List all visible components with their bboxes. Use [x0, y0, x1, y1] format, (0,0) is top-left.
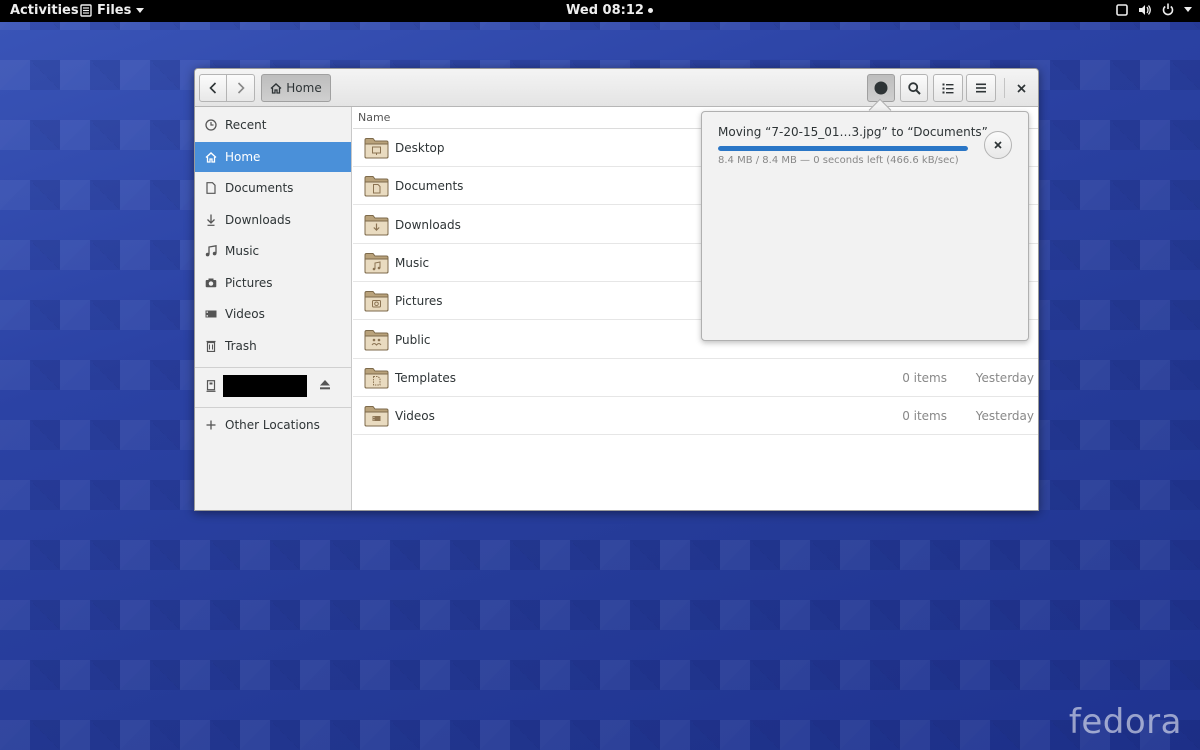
sidebar-divider — [195, 407, 351, 408]
list-view-icon — [942, 83, 954, 93]
progress-pie-icon — [874, 81, 888, 95]
sidebar-item-label: Home — [225, 150, 261, 164]
folder-public-icon — [364, 329, 389, 354]
home-icon — [205, 151, 217, 163]
folder-templates-icon — [364, 367, 389, 392]
activities-button[interactable]: Activities — [10, 3, 79, 18]
file-name: Pictures — [395, 294, 443, 309]
file-name: Documents — [395, 179, 464, 194]
eject-button[interactable] — [319, 379, 331, 393]
sidebar-divider — [195, 367, 351, 368]
navigation-buttons — [199, 74, 255, 102]
hamburger-menu-icon — [976, 83, 986, 93]
sidebar-item-label: Documents — [225, 181, 294, 195]
chevron-left-icon — [209, 82, 217, 94]
folder-downloads-icon — [364, 214, 389, 239]
forward-button[interactable] — [227, 74, 255, 102]
sidebar-item-other-locations[interactable]: Other Locations — [195, 410, 351, 440]
drive-icon — [205, 380, 217, 392]
file-name: Videos — [395, 409, 435, 424]
file-operations-popover: Moving “7-20-15_01…3.jpg” to “Documents”… — [701, 111, 1029, 341]
music-icon — [205, 245, 217, 257]
operation-title: Moving “7-20-15_01…3.jpg” to “Documents” — [718, 125, 988, 139]
clock-icon — [205, 119, 217, 131]
chevron-right-icon — [237, 82, 245, 94]
close-icon — [994, 141, 1002, 149]
close-icon — [1016, 83, 1026, 93]
clock[interactable]: Wed 08:12 — [566, 3, 653, 18]
sidebar-item-home[interactable]: Home — [195, 142, 351, 172]
view-list-button[interactable] — [933, 74, 963, 102]
sidebar-item-recent[interactable]: Recent — [195, 110, 351, 140]
file-modified: Yesterday — [975, 370, 1034, 385]
sidebar-item-device[interactable] — [195, 371, 223, 401]
download-icon — [205, 214, 217, 226]
folder-music-icon — [364, 252, 389, 277]
redacted-device-label — [223, 375, 307, 397]
system-tray[interactable] — [1116, 3, 1192, 16]
sidebar-item-trash[interactable]: Trash — [195, 331, 351, 361]
chevron-down-icon — [1184, 6, 1192, 13]
file-size: 0 items — [902, 370, 947, 385]
sidebar-item-label: Videos — [225, 307, 265, 321]
file-name: Public — [395, 332, 431, 347]
fedora-logo: fedora — [1068, 702, 1182, 742]
sidebar-item-downloads[interactable]: Downloads — [195, 205, 351, 235]
sidebar-item-label: Other Locations — [225, 418, 320, 432]
camera-icon — [205, 277, 217, 289]
sidebar-item-label: Trash — [225, 339, 257, 353]
path-home-label: Home — [286, 81, 322, 95]
header-bar: Home — [195, 69, 1038, 107]
sidebar-item-music[interactable]: Music — [195, 236, 351, 266]
app-menu[interactable]: Files — [80, 3, 145, 18]
sidebar-item-documents[interactable]: Documents — [195, 173, 351, 203]
power-icon — [1162, 3, 1174, 16]
sidebar-item-label: Recent — [225, 118, 267, 132]
search-icon — [907, 81, 921, 95]
header-separator — [1004, 78, 1005, 98]
cancel-operation-button[interactable] — [984, 131, 1012, 159]
sidebar-item-pictures[interactable]: Pictures — [195, 268, 351, 298]
sidebar-item-label: Music — [225, 244, 260, 258]
close-window-button[interactable] — [1009, 74, 1033, 102]
volume-icon — [1138, 4, 1152, 16]
top-bar: Activities Files Wed 08:12 — [0, 0, 1200, 22]
folder-pictures-icon — [364, 290, 389, 315]
sidebar-item-label: Pictures — [225, 276, 273, 290]
chevron-down-icon — [136, 7, 145, 14]
file-name: Music — [395, 255, 430, 270]
document-icon — [205, 182, 217, 194]
sidebar-item-label: Downloads — [225, 213, 291, 227]
folder-videos-icon — [364, 405, 389, 430]
sidebar: Recent Home Documents Downloads Music Pi… — [195, 107, 352, 510]
notification-dot-icon — [647, 8, 653, 13]
plus-icon — [205, 419, 217, 431]
operation-progress-bar — [718, 146, 968, 151]
trash-icon — [205, 340, 217, 352]
sidebar-item-videos[interactable]: Videos — [195, 299, 351, 329]
operation-status: 8.4 MB / 8.4 MB — 0 seconds left (466.6 … — [718, 155, 959, 166]
file-row-videos[interactable]: Videos 0 items Yesterday — [353, 397, 1038, 436]
folder-documents-icon — [364, 175, 389, 200]
file-size: 0 items — [902, 409, 947, 424]
video-icon — [205, 308, 217, 320]
path-home-button[interactable]: Home — [261, 74, 331, 102]
operation-progress-fill — [718, 146, 968, 151]
folder-desktop-icon — [364, 137, 389, 162]
menu-button[interactable] — [966, 74, 996, 102]
back-button[interactable] — [199, 74, 227, 102]
operations-button[interactable] — [867, 74, 895, 102]
app-menu-label: Files — [97, 3, 132, 18]
file-row-templates[interactable]: Templates 0 items Yesterday — [353, 359, 1038, 397]
search-button[interactable] — [900, 74, 928, 102]
clock-label: Wed 08:12 — [566, 3, 644, 18]
home-icon — [270, 82, 282, 94]
file-name: Desktop — [395, 141, 445, 155]
file-modified: Yesterday — [975, 409, 1034, 424]
eject-icon — [320, 380, 330, 390]
screen-icon — [1116, 3, 1128, 16]
files-app-icon — [80, 4, 92, 17]
file-name: Downloads — [395, 217, 461, 232]
file-name: Templates — [395, 370, 457, 385]
